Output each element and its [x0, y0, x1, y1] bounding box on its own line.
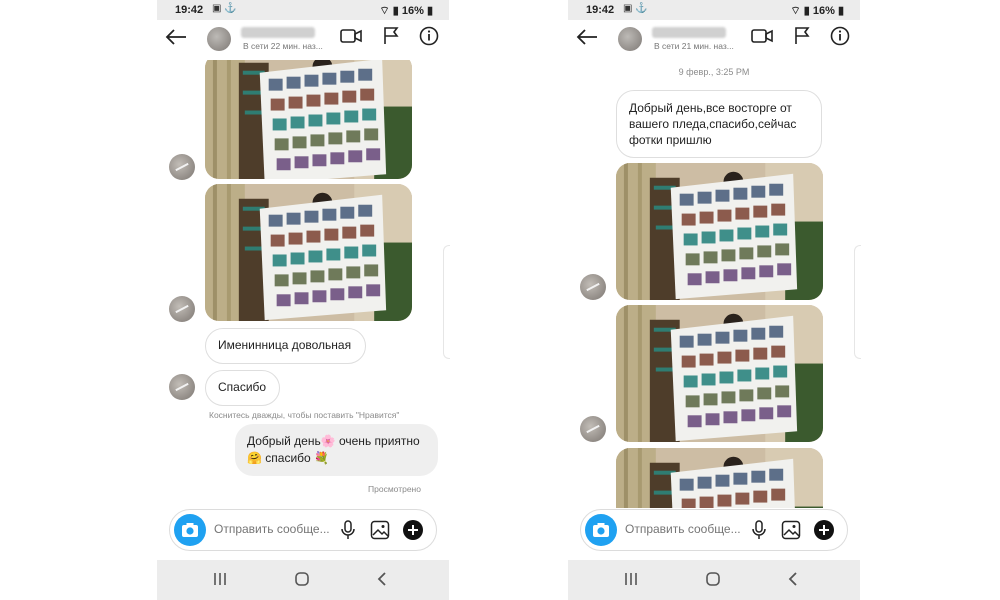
- status-bar: 19:42 ▣ ⚓ ⌔ ▮ 16% ▮: [568, 0, 860, 20]
- recent-apps-icon[interactable]: [623, 571, 639, 592]
- status-time: 19:42: [586, 4, 615, 16]
- battery-percent: 16%: [401, 5, 424, 17]
- flag-icon[interactable]: [383, 27, 399, 50]
- message-composer: [580, 509, 848, 551]
- message-thread[interactable]: Именинница довольная Спасибо Коснитесь д…: [157, 60, 449, 508]
- message-input[interactable]: [214, 522, 336, 536]
- phone-screen-left: 19:42 ▣ ⚓ ⌔ ▮ 16% ▮ В сети 22 мин. наз..…: [157, 0, 449, 600]
- recent-apps-icon[interactable]: [212, 571, 228, 592]
- photo-message[interactable]: [616, 448, 823, 508]
- camera-button[interactable]: [585, 514, 617, 546]
- home-icon[interactable]: [294, 571, 310, 592]
- incoming-message[interactable]: Спасибо: [205, 370, 280, 406]
- contact-last-seen: В сети 21 мин. наз...: [654, 41, 734, 51]
- notification-icons: ▣ ⚓: [623, 3, 648, 14]
- edge-panel-handle[interactable]: [854, 245, 861, 359]
- camera-button[interactable]: [174, 514, 206, 546]
- photo-message[interactable]: [205, 60, 412, 179]
- battery-status: ⌔ ▮ 16% ▮: [790, 4, 844, 18]
- sender-avatar[interactable]: [580, 416, 606, 442]
- wifi-icon: ⌔: [379, 5, 390, 17]
- back-arrow-icon[interactable]: [576, 28, 598, 52]
- outgoing-message[interactable]: Добрый день🌸 очень приятно 🤗 спасибо 💐: [235, 424, 438, 476]
- photo-message[interactable]: [205, 184, 412, 321]
- chat-header: В сети 21 мин. наз...: [568, 20, 860, 60]
- battery-percent: 16%: [812, 5, 835, 17]
- battery-status: ⌔ ▮ 16% ▮: [379, 4, 433, 18]
- outgoing-message-line: Добрый день🌸 очень приятно: [247, 434, 420, 448]
- message-input[interactable]: [625, 522, 747, 536]
- flag-icon[interactable]: [794, 27, 810, 50]
- add-icon[interactable]: [813, 519, 835, 546]
- status-bar: 19:42 ▣ ⚓ ⌔ ▮ 16% ▮: [157, 0, 449, 20]
- phone-screen-right: 19:42 ▣ ⚓ ⌔ ▮ 16% ▮ В сети 21 мин. наз..…: [568, 0, 860, 600]
- microphone-icon[interactable]: [751, 520, 767, 545]
- photo-message[interactable]: [616, 163, 823, 300]
- blanket-photo: [205, 184, 412, 321]
- battery-icon: ▮: [837, 5, 844, 17]
- contact-last-seen: В сети 22 мин. наз...: [243, 41, 323, 51]
- signal-icon: ▮: [392, 5, 399, 17]
- back-nav-icon[interactable]: [786, 571, 802, 592]
- info-icon[interactable]: [830, 26, 850, 51]
- date-separator: 9 февр., 3:25 PM: [678, 67, 750, 77]
- signal-icon: ▮: [803, 5, 810, 17]
- android-nav-bar: [568, 560, 860, 600]
- info-icon[interactable]: [419, 26, 439, 51]
- edge-panel-handle[interactable]: [443, 245, 450, 359]
- sender-avatar[interactable]: [169, 154, 195, 180]
- message-composer: [169, 509, 437, 551]
- contact-avatar[interactable]: [207, 27, 231, 51]
- camera-icon: [182, 523, 198, 537]
- sender-avatar[interactable]: [580, 274, 606, 300]
- double-tap-hint: Коснитесь дважды, чтобы поставить "Нрави…: [209, 410, 400, 420]
- sender-avatar[interactable]: [169, 374, 195, 400]
- microphone-icon[interactable]: [340, 520, 356, 545]
- incoming-message[interactable]: Именинница довольная: [205, 328, 366, 364]
- seen-status: Просмотрено: [368, 484, 421, 494]
- camera-icon: [593, 523, 609, 537]
- incoming-message[interactable]: Добрый день,все восторге от вашего пледа…: [616, 90, 822, 158]
- android-nav-bar: [157, 560, 449, 600]
- notification-icons: ▣ ⚓: [212, 3, 237, 14]
- blanket-photo: [205, 60, 412, 179]
- chat-header: В сети 22 мин. наз...: [157, 20, 449, 60]
- video-call-icon[interactable]: [340, 28, 362, 49]
- gallery-icon[interactable]: [781, 520, 801, 545]
- blanket-photo: [616, 305, 823, 442]
- status-time: 19:42: [175, 4, 204, 16]
- back-nav-icon[interactable]: [375, 571, 391, 592]
- blanket-photo: [616, 448, 823, 508]
- gallery-icon[interactable]: [370, 520, 390, 545]
- message-thread[interactable]: 9 февр., 3:25 PM Добрый день,все восторг…: [568, 60, 860, 508]
- back-arrow-icon[interactable]: [165, 28, 187, 52]
- contact-avatar[interactable]: [618, 27, 642, 51]
- video-call-icon[interactable]: [751, 28, 773, 49]
- blanket-photo: [616, 163, 823, 300]
- home-icon[interactable]: [705, 571, 721, 592]
- battery-icon: ▮: [426, 5, 433, 17]
- wifi-icon: ⌔: [790, 5, 801, 17]
- contact-name-blurred[interactable]: [652, 27, 726, 38]
- add-icon[interactable]: [402, 519, 424, 546]
- photo-message[interactable]: [616, 305, 823, 442]
- contact-name-blurred[interactable]: [241, 27, 315, 38]
- sender-avatar[interactable]: [169, 296, 195, 322]
- outgoing-message-line: 🤗 спасибо 💐: [247, 451, 329, 465]
